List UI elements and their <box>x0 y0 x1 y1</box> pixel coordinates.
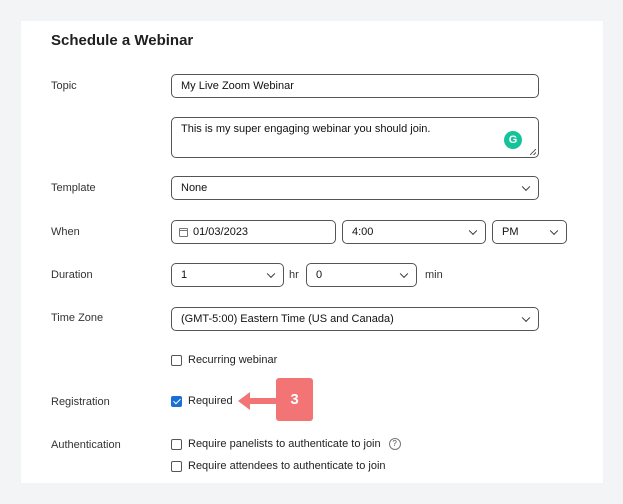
date-value: 01/03/2023 <box>193 226 249 238</box>
chevron-down-icon <box>399 269 409 279</box>
topic-value: My Live Zoom Webinar <box>181 80 294 92</box>
page-title: Schedule a Webinar <box>51 32 194 49</box>
arrow-left-icon <box>238 392 278 410</box>
ampm-select[interactable]: PM <box>492 220 567 244</box>
duration-label: Duration <box>51 269 93 281</box>
registration-label: Registration <box>51 396 110 408</box>
calendar-icon[interactable] <box>179 227 188 237</box>
grammarly-icon[interactable]: G <box>504 131 522 149</box>
duration-minutes-select[interactable]: 0 <box>306 263 417 287</box>
auth-panelists-label: Require panelists to authenticate to joi… <box>188 438 381 450</box>
auth-attendees-row[interactable]: Require attendees to authenticate to joi… <box>171 460 386 472</box>
registration-required-label: Required <box>188 395 233 407</box>
when-label: When <box>51 226 80 238</box>
date-input[interactable]: 01/03/2023 <box>171 220 336 244</box>
timezone-select[interactable]: (GMT-5:00) Eastern Time (US and Canada) <box>171 307 539 331</box>
template-select[interactable]: None <box>171 176 539 200</box>
authentication-label: Authentication <box>51 439 121 451</box>
time-value: 4:00 <box>352 226 374 238</box>
topic-label: Topic <box>51 80 77 92</box>
chevron-down-icon <box>521 313 531 323</box>
timezone-label: Time Zone <box>51 312 104 324</box>
auth-panelists-row[interactable]: Require panelists to authenticate to joi… <box>171 438 401 450</box>
time-select[interactable]: 4:00 <box>342 220 486 244</box>
help-icon[interactable]: ? <box>388 438 401 450</box>
registration-required-row[interactable]: Required <box>171 395 233 407</box>
chevron-down-icon <box>521 182 531 192</box>
auth-attendees-checkbox[interactable] <box>171 460 182 472</box>
auth-panelists-checkbox[interactable] <box>171 438 182 450</box>
minutes-unit-label: min <box>425 269 443 281</box>
recurring-label: Recurring webinar <box>188 354 278 366</box>
chevron-down-icon <box>468 226 478 236</box>
template-value: None <box>181 182 208 194</box>
chevron-down-icon <box>266 269 276 279</box>
timezone-value: (GMT-5:00) Eastern Time (US and Canada) <box>181 313 394 325</box>
hours-unit-label: hr <box>289 269 299 281</box>
template-label: Template <box>51 182 96 194</box>
auth-attendees-label: Require attendees to authenticate to joi… <box>188 460 386 472</box>
chevron-down-icon <box>549 226 559 236</box>
duration-minutes-value: 0 <box>316 269 323 281</box>
ampm-value: PM <box>502 226 519 238</box>
duration-hours-select[interactable]: 1 <box>171 263 284 287</box>
resize-handle[interactable] <box>530 149 536 155</box>
duration-hours-value: 1 <box>181 269 188 281</box>
recurring-webinar-row[interactable]: Recurring webinar <box>171 354 277 366</box>
description-textarea[interactable]: This is my super engaging webinar you sh… <box>171 117 539 158</box>
registration-required-checkbox[interactable] <box>171 395 182 407</box>
recurring-checkbox[interactable] <box>171 354 182 366</box>
step-number-badge: 3 <box>276 378 313 421</box>
description-value: This is my super engaging webinar you sh… <box>181 123 431 135</box>
topic-input[interactable]: My Live Zoom Webinar <box>171 74 539 98</box>
